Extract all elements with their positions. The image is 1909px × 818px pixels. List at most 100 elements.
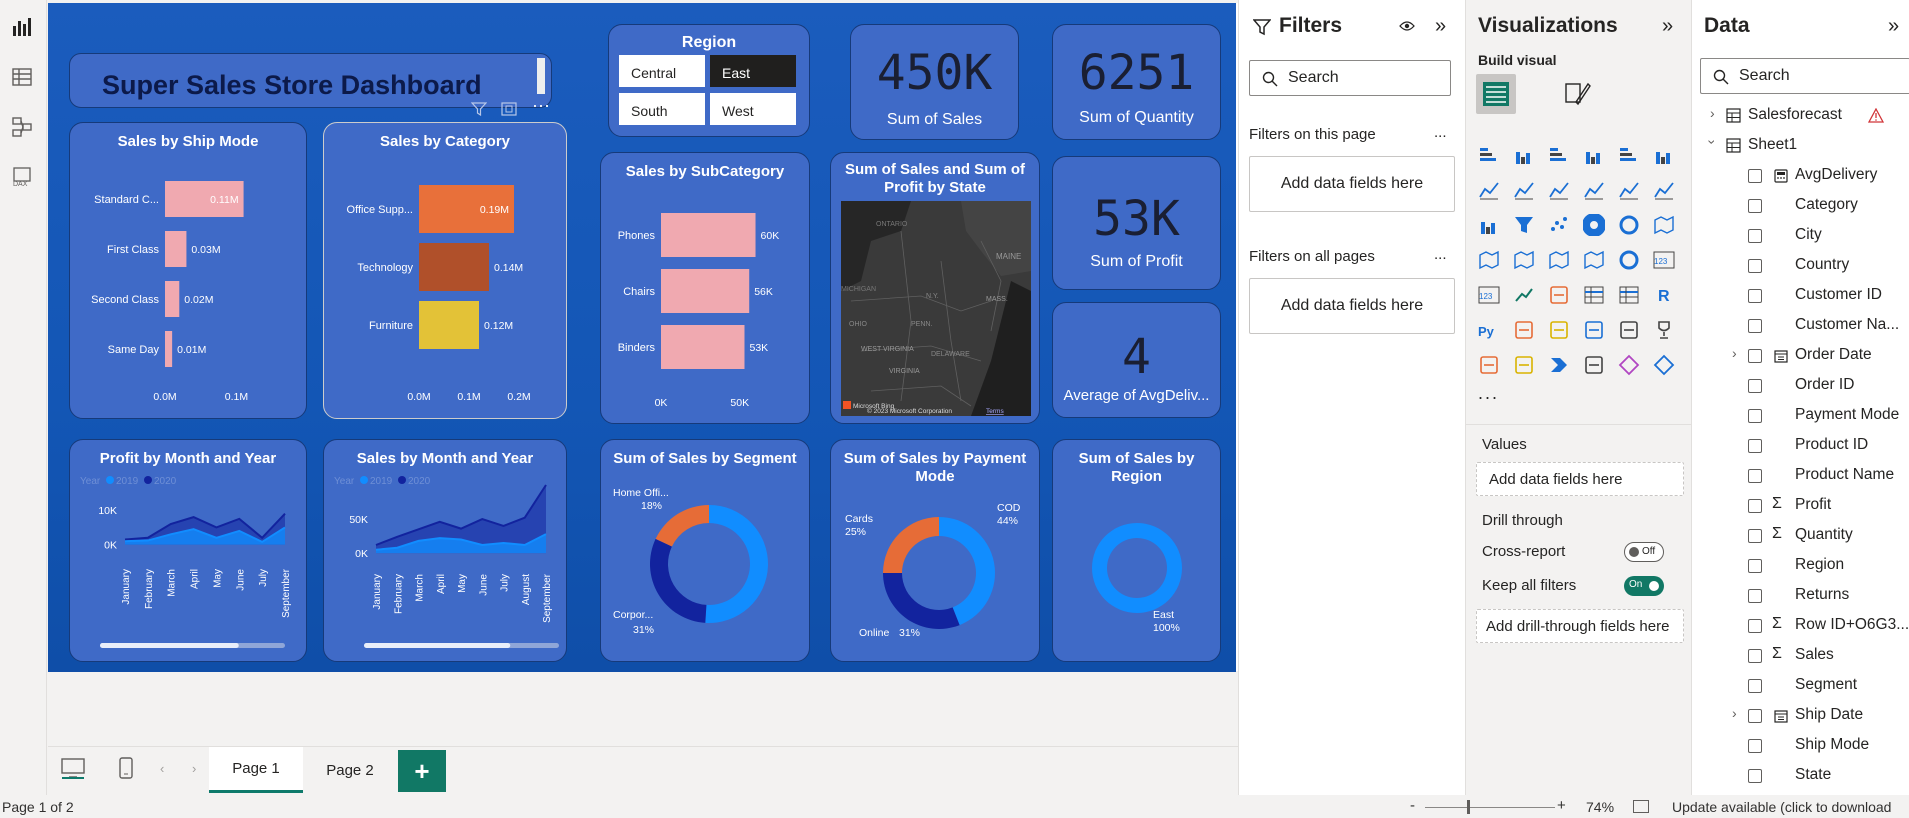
- build-visual-tab[interactable]: [1476, 74, 1516, 114]
- metrics-icon[interactable]: [1581, 352, 1607, 378]
- key-influencers-icon[interactable]: [1511, 317, 1537, 343]
- desktop-layout-icon[interactable]: [60, 756, 86, 782]
- diamond-visual-icon[interactable]: [1616, 352, 1642, 378]
- field-row[interactable]: Returns: [1692, 581, 1909, 611]
- field-row[interactable]: › Ship Date: [1692, 701, 1909, 731]
- sales-by-ship-mode-visual[interactable]: Sales by Ship Mode Standard C... 0.11M Fir…: [69, 122, 307, 419]
- next-page-icon[interactable]: ›: [192, 761, 196, 776]
- more-options-icon[interactable]: ···: [526, 96, 556, 120]
- sales-by-region-visual[interactable]: Sum of Sales by Region East 100%: [1052, 439, 1221, 662]
- 100-stacked-bar-chart-icon[interactable]: [1616, 142, 1642, 168]
- bar[interactable]: [165, 331, 173, 367]
- line-clustered-column-chart-icon[interactable]: [1616, 177, 1642, 203]
- field-row[interactable]: City: [1692, 221, 1909, 251]
- treemap-icon[interactable]: [1651, 212, 1677, 238]
- gauge-icon[interactable]: [1616, 247, 1642, 273]
- smart-narrative-icon[interactable]: [1616, 317, 1642, 343]
- bar[interactable]: [419, 301, 479, 349]
- bar[interactable]: [661, 269, 750, 313]
- filters-on-page-more-icon[interactable]: ...: [1434, 124, 1447, 141]
- slice-corpor[interactable]: [650, 538, 707, 623]
- field-row[interactable]: Customer ID: [1692, 281, 1909, 311]
- field-checkbox[interactable]: [1748, 619, 1762, 633]
- eye-icon[interactable]: [1399, 19, 1415, 37]
- keep-all-filters-toggle[interactable]: On: [1624, 576, 1664, 596]
- filter-icon[interactable]: [466, 98, 492, 120]
- area-chart-icon[interactable]: [1511, 177, 1537, 203]
- azure-map-icon[interactable]: [1546, 247, 1572, 273]
- field-checkbox[interactable]: [1748, 499, 1762, 513]
- power-apps-icon[interactable]: [1511, 352, 1537, 378]
- slice-east[interactable]: [1092, 523, 1182, 613]
- focus-mode-icon[interactable]: [496, 98, 522, 120]
- report-view-icon[interactable]: [9, 14, 35, 40]
- bar[interactable]: [419, 243, 489, 291]
- field-checkbox[interactable]: [1748, 199, 1762, 213]
- field-row[interactable]: Σ Profit: [1692, 491, 1909, 521]
- collapse-chevron-icon[interactable]: ›: [1704, 140, 1720, 145]
- clustered-bar-chart-icon[interactable]: [1546, 142, 1572, 168]
- drill-through-dropzone[interactable]: Add drill-through fields here: [1476, 609, 1684, 643]
- slice-homeoffi[interactable]: [655, 505, 709, 547]
- format-visual-tab[interactable]: [1562, 78, 1592, 113]
- table-view-icon[interactable]: [9, 64, 35, 90]
- ribbon-chart-icon[interactable]: [1651, 177, 1677, 203]
- field-row[interactable]: Order ID: [1692, 371, 1909, 401]
- map-visual[interactable]: Sum of Sales and Sum of Profit by State …: [830, 152, 1040, 424]
- stacked-area-chart-icon[interactable]: [1546, 177, 1572, 203]
- field-row[interactable]: › Order Date: [1692, 341, 1909, 371]
- field-row[interactable]: Σ Quantity: [1692, 521, 1909, 551]
- update-available-link[interactable]: Update available (click to download: [1672, 799, 1891, 815]
- profit-by-month-visual[interactable]: Profit by Month and Year Year 2019 2020 10K…: [69, 439, 307, 662]
- sales-by-subcategory-visual[interactable]: Sales by SubCategory Phones 60K Chairs 56K B…: [600, 152, 810, 424]
- qa-icon[interactable]: [1581, 317, 1607, 343]
- data-search-input[interactable]: Search: [1700, 58, 1909, 94]
- zoom-in-button[interactable]: +: [1557, 797, 1566, 814]
- field-checkbox[interactable]: [1748, 169, 1762, 183]
- expand-chevron-icon[interactable]: ›: [1710, 105, 1715, 121]
- slice-consumer[interactable]: [705, 505, 768, 623]
- stacked-column-chart-icon[interactable]: [1511, 142, 1537, 168]
- 100-stacked-column-chart-icon[interactable]: [1651, 142, 1677, 168]
- collapse-visualizations-icon[interactable]: »: [1662, 15, 1673, 38]
- slicer-icon[interactable]: [1546, 282, 1572, 308]
- slice-cod[interactable]: [939, 517, 995, 626]
- zoom-slider[interactable]: [1425, 807, 1555, 808]
- add-page-button[interactable]: +: [398, 750, 446, 792]
- prev-page-icon[interactable]: ‹: [160, 761, 164, 776]
- field-checkbox[interactable]: [1748, 589, 1762, 603]
- sales-by-month-visual[interactable]: Sales by Month and Year Year 2019 2020 50K 0…: [323, 439, 567, 662]
- map-area[interactable]: MAINE MASS. ONTARIO VIRGINIA WEST VIRGIN…: [841, 201, 1031, 416]
- sales-by-payment-visual[interactable]: Sum of Sales by Payment Mode COD 44% Cards…: [830, 439, 1040, 662]
- map-icon[interactable]: [1476, 247, 1502, 273]
- field-row[interactable]: Product Name: [1692, 461, 1909, 491]
- kpi-card-profit[interactable]: 53K Sum of Profit: [1052, 156, 1221, 290]
- field-checkbox[interactable]: [1748, 469, 1762, 483]
- table-salesforecast[interactable]: › Salesforecast: [1692, 101, 1909, 131]
- slicer-option-south[interactable]: South: [619, 93, 705, 125]
- sales-by-segment-visual[interactable]: Sum of Sales by Segment Home Offi... 18% C…: [600, 439, 810, 662]
- paginated-report-icon[interactable]: [1476, 352, 1502, 378]
- collapse-data-icon[interactable]: »: [1888, 15, 1899, 38]
- kpi-card-delivery[interactable]: 4 Average of AvgDeliv...: [1052, 302, 1221, 418]
- field-row[interactable]: Segment: [1692, 671, 1909, 701]
- kpi-icon[interactable]: [1511, 282, 1537, 308]
- scrollbar-thumb[interactable]: [100, 643, 239, 648]
- python-visual-icon[interactable]: Py: [1476, 317, 1502, 343]
- filters-search-input[interactable]: Search: [1249, 60, 1451, 96]
- field-checkbox[interactable]: [1748, 739, 1762, 753]
- waterfall-chart-icon[interactable]: [1476, 212, 1502, 238]
- decomposition-tree-icon[interactable]: [1546, 317, 1572, 343]
- matrix-icon[interactable]: [1616, 282, 1642, 308]
- field-row[interactable]: Product ID: [1692, 431, 1909, 461]
- mobile-layout-icon[interactable]: [118, 756, 138, 782]
- pie-chart-icon[interactable]: [1581, 212, 1607, 238]
- field-checkbox[interactable]: [1748, 439, 1762, 453]
- field-row[interactable]: Payment Mode: [1692, 401, 1909, 431]
- field-checkbox[interactable]: [1748, 289, 1762, 303]
- field-checkbox[interactable]: [1748, 409, 1762, 423]
- donut-chart-icon[interactable]: [1616, 212, 1642, 238]
- cross-report-toggle[interactable]: Off: [1624, 542, 1664, 562]
- table-icon[interactable]: [1581, 282, 1607, 308]
- slicer-option-east[interactable]: East: [710, 55, 796, 87]
